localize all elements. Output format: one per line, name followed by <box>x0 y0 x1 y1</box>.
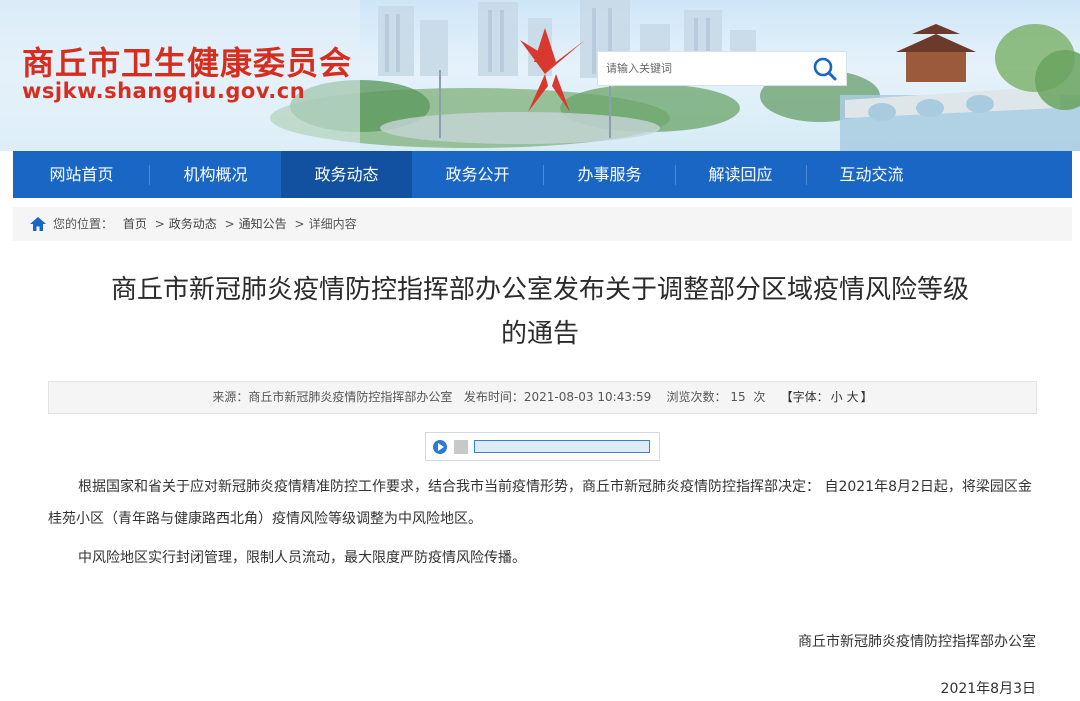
article-date: 2021年8月3日 <box>940 681 1036 697</box>
breadcrumb-trail: 您的位置： 首页 > 政务动态 > 通知公告 > 详细内容 <box>53 207 357 241</box>
article-title-line: 商丘市新冠肺炎疫情防控指挥部办公室发布关于调整部分区域疫情风险等级 <box>110 275 969 305</box>
font-label: 【字体： <box>780 390 829 404</box>
font-large-link[interactable]: 大 <box>845 390 861 404</box>
search-input[interactable] <box>598 52 811 85</box>
search-icon <box>813 57 837 81</box>
header-banner: 商丘市卫生健康委员会 wsjkw.shangqiu.gov.cn <box>0 0 1080 151</box>
search-button[interactable] <box>810 54 840 84</box>
article-paragraph: 根据国家和省关于应对新冠肺炎疫情精准防控工作要求，结合我市当前疫情形势，商丘市新… <box>48 471 1038 503</box>
nav-item-services[interactable]: 办事服务 <box>544 151 675 198</box>
font-size-control: 【字体：小大】 <box>781 390 873 404</box>
paragraph-line: 中风险地区实行封闭管理，限制人员流动，最大限度严防疫情风险传播。 <box>78 550 526 566</box>
nav-item-interpretation[interactable]: 解读回应 <box>675 151 806 198</box>
meta-views-unit: 次 <box>753 390 766 404</box>
site-url[interactable]: wsjkw.shangqiu.gov.cn <box>22 79 305 103</box>
breadcrumb: 您的位置： 首页 > 政务动态 > 通知公告 > 详细内容 <box>13 207 1072 241</box>
nav-item-disclosure[interactable]: 政务公开 <box>412 151 543 198</box>
breadcrumb-notices[interactable]: 通知公告 <box>239 217 287 231</box>
article-signature: 商丘市新冠肺炎疫情防控指挥部办公室 <box>798 634 1036 650</box>
meta-views-label: 浏览次数： <box>666 390 727 404</box>
nav-item-interaction[interactable]: 互动交流 <box>806 151 937 198</box>
article-paragraph: 中风险地区实行封闭管理，限制人员流动，最大限度严防疫情风险传播。 <box>48 542 1038 574</box>
breadcrumb-news[interactable]: 政务动态 <box>169 217 217 231</box>
article-title: 商丘市新冠肺炎疫情防控指挥部办公室发布关于调整部分区域疫情风险等级 的通告 <box>60 270 1020 354</box>
meta-time-label: 发布时间： <box>463 390 524 404</box>
main-nav: 网站首页 机构概况 政务动态 政务公开 办事服务 解读回应 互动交流 <box>13 151 1072 198</box>
meta-source-label: 来源： <box>212 390 249 404</box>
breadcrumb-separator: > <box>224 217 235 231</box>
stop-icon[interactable] <box>454 440 468 454</box>
nav-item-news[interactable]: 政务动态 <box>281 151 412 198</box>
audio-progress-track[interactable] <box>474 440 650 453</box>
breadcrumb-separator: > <box>154 217 165 231</box>
site-title[interactable]: 商丘市卫生健康委员会 <box>22 38 352 84</box>
font-label-close: 】 <box>860 390 873 404</box>
font-small-link[interactable]: 小 <box>829 390 845 404</box>
nav-item-about[interactable]: 机构概况 <box>150 151 281 198</box>
breadcrumb-separator: > <box>294 217 305 231</box>
article-paragraph-continued: 桂苑小区（青年路与健康路西北角）疫情风险等级调整为中风险地区。 <box>48 503 1038 535</box>
article-title-line: 的通告 <box>500 319 579 349</box>
meta-time: 2021-08-03 10:43:59 <box>523 390 652 404</box>
paragraph-line: 桂苑小区（青年路与健康路西北角）疫情风险等级调整为中风险地区。 <box>48 511 482 527</box>
nav-item-home[interactable]: 网站首页 <box>16 151 147 198</box>
home-icon <box>30 217 46 231</box>
meta-source: 商丘市新冠肺炎疫情防控指挥部办公室 <box>248 390 453 404</box>
audio-player <box>425 432 660 461</box>
breadcrumb-home[interactable]: 首页 <box>123 217 147 231</box>
play-icon[interactable] <box>433 440 447 454</box>
paragraph-line: 根据国家和省关于应对新冠肺炎疫情精准防控工作要求，结合我市当前疫情形势，商丘市新… <box>78 479 1032 495</box>
breadcrumb-prefix: 您的位置： <box>53 217 114 231</box>
meta-views: 15 <box>730 390 746 404</box>
breadcrumb-current: 详细内容 <box>308 217 357 231</box>
article-meta-bar: 来源：商丘市新冠肺炎疫情防控指挥部办公室 发布时间：2021-08-03 10:… <box>48 381 1037 414</box>
search-box <box>597 51 847 86</box>
